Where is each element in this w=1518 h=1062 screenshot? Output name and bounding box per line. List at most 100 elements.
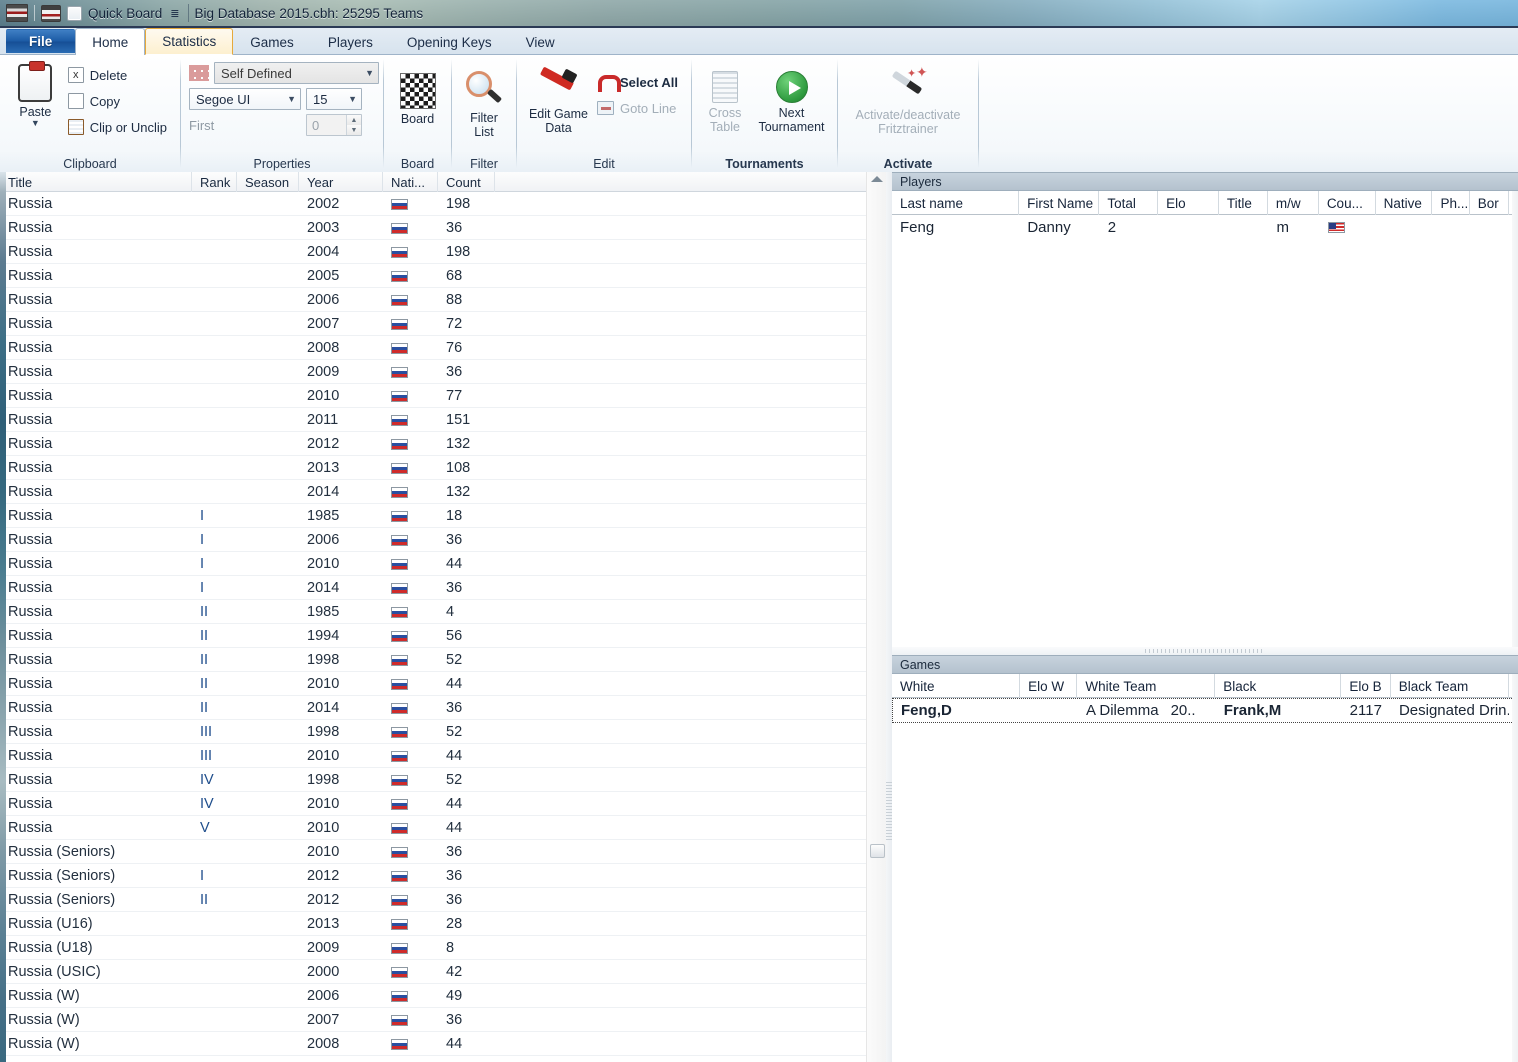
games-column-header[interactable]: Black xyxy=(1215,674,1342,698)
table-row[interactable]: Russia (USIC) 2000 42 xyxy=(0,960,886,984)
teams-column-header[interactable]: Title xyxy=(0,172,192,192)
table-row[interactable]: Russia II 1994 56 xyxy=(0,624,886,648)
font-size-select[interactable]: 15 ▼ xyxy=(306,88,362,110)
scrollbar-thumb[interactable] xyxy=(870,844,885,858)
teams-column-header[interactable]: Count xyxy=(438,172,495,192)
ribbon-tab-file[interactable]: File xyxy=(6,29,76,53)
players-column-header[interactable]: Title xyxy=(1219,191,1268,215)
table-row[interactable]: Russia II 2014 36 xyxy=(0,696,886,720)
first-stepper[interactable]: 0 ▲ ▼ xyxy=(306,114,362,136)
ribbon-tab-opening-keys[interactable]: Opening Keys xyxy=(390,29,509,54)
filter-list-button[interactable]: Filter List xyxy=(460,66,508,139)
table-row[interactable]: Russia III 2010 44 xyxy=(0,744,886,768)
games-row[interactable]: Feng,D A Dilemma 20.. Frank,M 2117 Designated… xyxy=(892,698,1518,723)
horizontal-splitter[interactable] xyxy=(892,647,1518,655)
delete-button[interactable]: Delete xyxy=(63,62,172,88)
players-row[interactable]: Feng Danny 2 m xyxy=(892,215,1518,239)
games-scroll-strip[interactable] xyxy=(1512,674,1518,1062)
teams-column-header[interactable]: Year xyxy=(299,172,383,192)
table-row[interactable]: Russia 2003 36 xyxy=(0,216,886,240)
clip-or-unclip-button[interactable]: Clip or Unclip xyxy=(63,114,172,140)
table-row[interactable]: Russia 2005 68 xyxy=(0,264,886,288)
table-row[interactable]: Russia I 2006 36 xyxy=(0,528,886,552)
table-row[interactable]: Russia III 1998 52 xyxy=(0,720,886,744)
table-row[interactable]: Russia I 2010 44 xyxy=(0,552,886,576)
table-row[interactable]: Russia I 1985 18 xyxy=(0,504,886,528)
ribbon-tab-home[interactable]: Home xyxy=(75,28,146,55)
table-row[interactable]: Russia 2011 151 xyxy=(0,408,886,432)
table-row[interactable]: Russia 2014 132 xyxy=(0,480,886,504)
table-row[interactable]: Russia (W) 2007 36 xyxy=(0,1008,886,1032)
players-column-header[interactable]: Elo xyxy=(1158,191,1219,215)
paste-dropdown-icon[interactable]: ▼ xyxy=(31,118,40,128)
table-row[interactable]: Russia 2007 72 xyxy=(0,312,886,336)
table-row[interactable]: Russia IV 2010 44 xyxy=(0,792,886,816)
teams-column-header[interactable]: Rank xyxy=(192,172,237,192)
table-row[interactable]: Russia (Seniors) I 2012 36 xyxy=(0,864,886,888)
paste-button[interactable]: Paste ▼ xyxy=(8,60,63,128)
ribbon-tab-view[interactable]: View xyxy=(509,29,572,54)
players-column-header[interactable]: Cou... xyxy=(1319,191,1376,215)
quick-board-icon[interactable] xyxy=(41,4,61,22)
players-scroll-strip[interactable] xyxy=(1512,191,1518,647)
games-column-header[interactable]: Elo W xyxy=(1020,674,1078,698)
table-row[interactable]: Russia 2006 88 xyxy=(0,288,886,312)
table-row[interactable]: Russia II 1985 4 xyxy=(0,600,886,624)
activate-fritztrainer-button[interactable]: ✦ ✦ Activate/deactivate Fritztrainer xyxy=(846,65,970,136)
players-column-header[interactable]: m/w xyxy=(1268,191,1319,215)
table-row[interactable]: Russia 2013 108 xyxy=(0,456,886,480)
games-column-header[interactable]: White xyxy=(892,674,1021,698)
table-row[interactable]: Russia (W) 2008 44 xyxy=(0,1032,886,1056)
table-row[interactable]: Russia (W) 2006 49 xyxy=(0,984,886,1008)
font-select[interactable]: Segoe UI ▼ xyxy=(189,88,301,110)
table-row[interactable]: Russia IV 1998 52 xyxy=(0,768,886,792)
players-column-header[interactable]: Last name xyxy=(892,191,1020,215)
quick-board-dropdown-icon[interactable]: ≣ xyxy=(168,7,181,20)
copy-button[interactable]: Copy xyxy=(63,88,172,114)
russia-flag-icon xyxy=(391,750,408,762)
teams-vertical-scrollbar[interactable] xyxy=(866,172,886,1062)
players-column-header[interactable]: Ph... xyxy=(1432,191,1470,215)
table-row[interactable]: Russia V 2010 44 xyxy=(0,816,886,840)
games-column-header[interactable]: Black Team xyxy=(1391,674,1509,698)
players-column-header[interactable]: Native xyxy=(1376,191,1433,215)
cross-table-button[interactable]: Cross Table xyxy=(700,67,750,134)
select-all-button[interactable]: Select All xyxy=(592,69,683,95)
teams-column-header[interactable]: Season xyxy=(237,172,299,192)
table-row[interactable]: Russia (Seniors) 2010 36 xyxy=(0,840,886,864)
ribbon-tab-statistics[interactable]: Statistics xyxy=(145,28,234,55)
goto-line-button[interactable]: Goto Line xyxy=(592,95,683,121)
table-row[interactable]: Russia I 2014 36 xyxy=(0,576,886,600)
table-row[interactable]: Russia (Seniors) II 2012 36 xyxy=(0,888,886,912)
ribbon-tab-games[interactable]: Games xyxy=(233,29,311,54)
table-row[interactable]: Russia 2002 198 xyxy=(0,192,886,216)
players-cell-title xyxy=(1219,215,1268,239)
teams-cell-title: Russia xyxy=(8,532,53,548)
table-row[interactable]: Russia (U18) 2009 8 xyxy=(0,936,886,960)
edit-game-data-button[interactable]: Edit Game Data xyxy=(525,66,592,135)
table-row[interactable]: Russia II 1998 52 xyxy=(0,648,886,672)
players-column-header[interactable]: Bor xyxy=(1470,191,1510,215)
table-row[interactable]: Russia 2009 36 xyxy=(0,360,886,384)
scroll-up-icon[interactable] xyxy=(871,176,883,182)
teams-cell-filler xyxy=(495,528,886,552)
ribbon-tab-players[interactable]: Players xyxy=(311,29,390,54)
table-row[interactable]: Russia 2004 198 xyxy=(0,240,886,264)
stepper-down-icon[interactable]: ▼ xyxy=(347,125,361,135)
stepper-up-icon[interactable]: ▲ xyxy=(347,115,361,125)
board-button[interactable]: Board xyxy=(392,69,443,126)
players-column-header[interactable]: Total xyxy=(1099,191,1159,215)
games-column-header[interactable]: Elo B xyxy=(1341,674,1391,698)
table-row[interactable]: Russia 2012 132 xyxy=(0,432,886,456)
layout-select[interactable]: Self Defined ▼ xyxy=(214,62,379,84)
next-tournament-button[interactable]: Next Tournament xyxy=(754,67,829,134)
quick-board-checkbox[interactable] xyxy=(67,5,82,21)
table-row[interactable]: Russia 2008 76 xyxy=(0,336,886,360)
teams-column-header[interactable]: Nati... xyxy=(383,172,438,192)
table-row[interactable]: Russia (U16) 2013 28 xyxy=(0,912,886,936)
table-row[interactable]: Russia 2010 77 xyxy=(0,384,886,408)
table-row[interactable]: Russia II 2010 44 xyxy=(0,672,886,696)
games-column-header[interactable]: White Team xyxy=(1077,674,1216,698)
players-column-header[interactable]: First Name xyxy=(1019,191,1100,215)
stepper-buttons[interactable]: ▲ ▼ xyxy=(346,115,361,135)
